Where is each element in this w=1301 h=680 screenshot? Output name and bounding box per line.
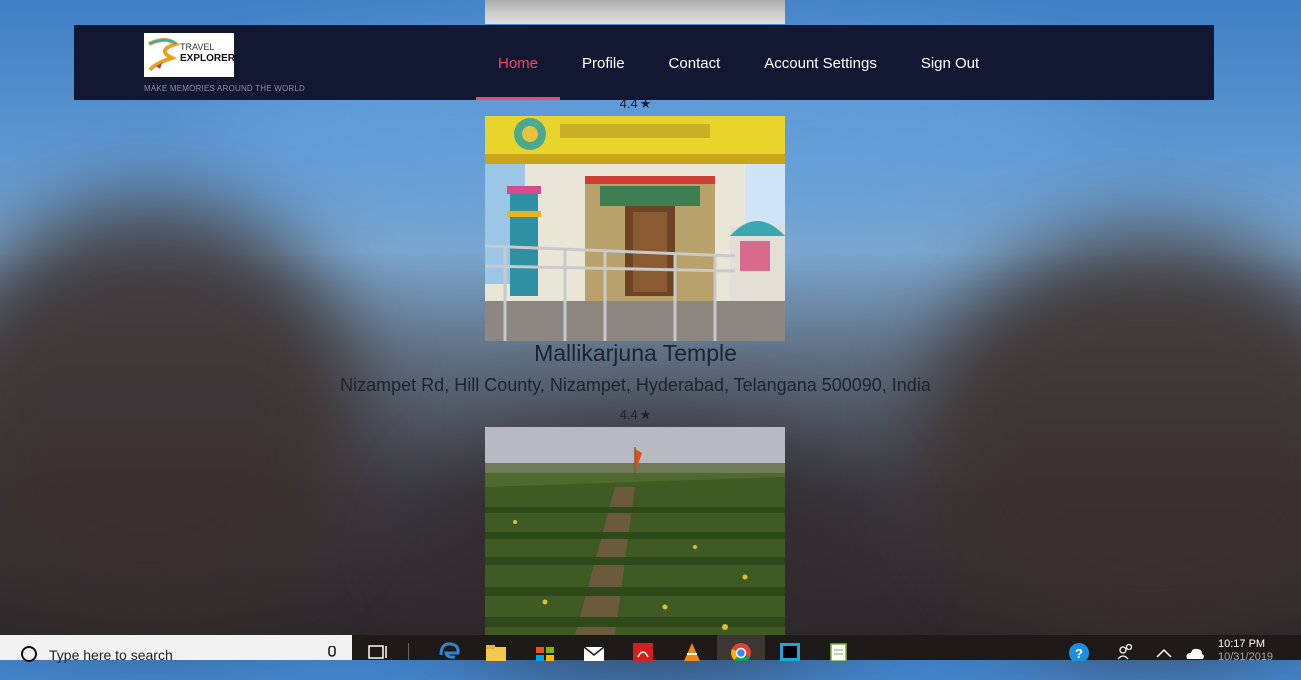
place-photo-field[interactable] (485, 427, 785, 635)
logo[interactable]: TRAVEL EXPLORER (144, 33, 236, 77)
mail-icon[interactable] (583, 641, 605, 661)
help-icon[interactable]: ? (1068, 641, 1090, 661)
taskbar-search-box[interactable]: Type here to search (0, 635, 352, 663)
rating-value: 4.4 (619, 407, 638, 422)
place-address: Nizampet Rd, Hill County, Nizampet, Hyde… (340, 375, 931, 395)
vlc-player-icon[interactable] (681, 641, 703, 661)
search-placeholder: Type here to search (49, 647, 173, 663)
logo-text-travel: TRAVEL (180, 42, 215, 52)
nav-item-home[interactable]: Home (476, 25, 561, 100)
windows-taskbar: Type here to search ? 10:17 PM 10/31/201… (0, 635, 1301, 663)
clock-date: 10/31/2019 (1218, 651, 1274, 663)
star-icon: ★ (639, 407, 652, 422)
notepad-icon[interactable] (828, 641, 850, 661)
people-icon[interactable] (1114, 641, 1136, 661)
task-view-icon[interactable] (368, 641, 390, 661)
clock-time: 10:17 PM (1218, 638, 1266, 650)
nav-item-contact[interactable]: Contact (647, 25, 743, 100)
nav-menu: Home Profile Contact Account Settings Si… (476, 25, 1001, 100)
edge-browser-icon[interactable] (438, 641, 460, 661)
place-name[interactable]: Mallikarjuna Temple (0, 340, 1271, 367)
main-navbar: TRAVEL EXPLORER MAKE MEMORIES AROUND THE… (74, 25, 1214, 100)
place-photo-temple[interactable] (485, 116, 785, 341)
nav-item-sign-out[interactable]: Sign Out (899, 25, 1001, 100)
nav-item-profile[interactable]: Profile (560, 25, 647, 100)
chevron-up-icon[interactable] (1153, 641, 1175, 661)
onedrive-cloud-icon[interactable] (1183, 641, 1205, 661)
search-icon (21, 646, 37, 662)
place-rating: 4.4 ★ (0, 407, 1271, 423)
place-photo-previous (485, 0, 785, 24)
taskbar-divider (408, 643, 409, 660)
microsoft-store-icon[interactable] (534, 641, 556, 661)
nav-item-account-settings[interactable]: Account Settings (742, 25, 899, 100)
acrobat-reader-icon[interactable] (632, 641, 654, 661)
chrome-browser-icon[interactable] (730, 641, 752, 661)
tagline: MAKE MEMORIES AROUND THE WORLD (144, 84, 305, 93)
system-clock[interactable]: 10:17 PM 10/31/2019 (1218, 638, 1273, 664)
logo-icon (148, 38, 180, 72)
svg-text:?: ? (1075, 646, 1083, 661)
logo-text-explorer: EXPLORER (180, 53, 236, 64)
file-explorer-icon[interactable] (485, 641, 507, 661)
microphone-icon[interactable] (326, 646, 338, 660)
webstorm-icon[interactable] (779, 641, 801, 661)
